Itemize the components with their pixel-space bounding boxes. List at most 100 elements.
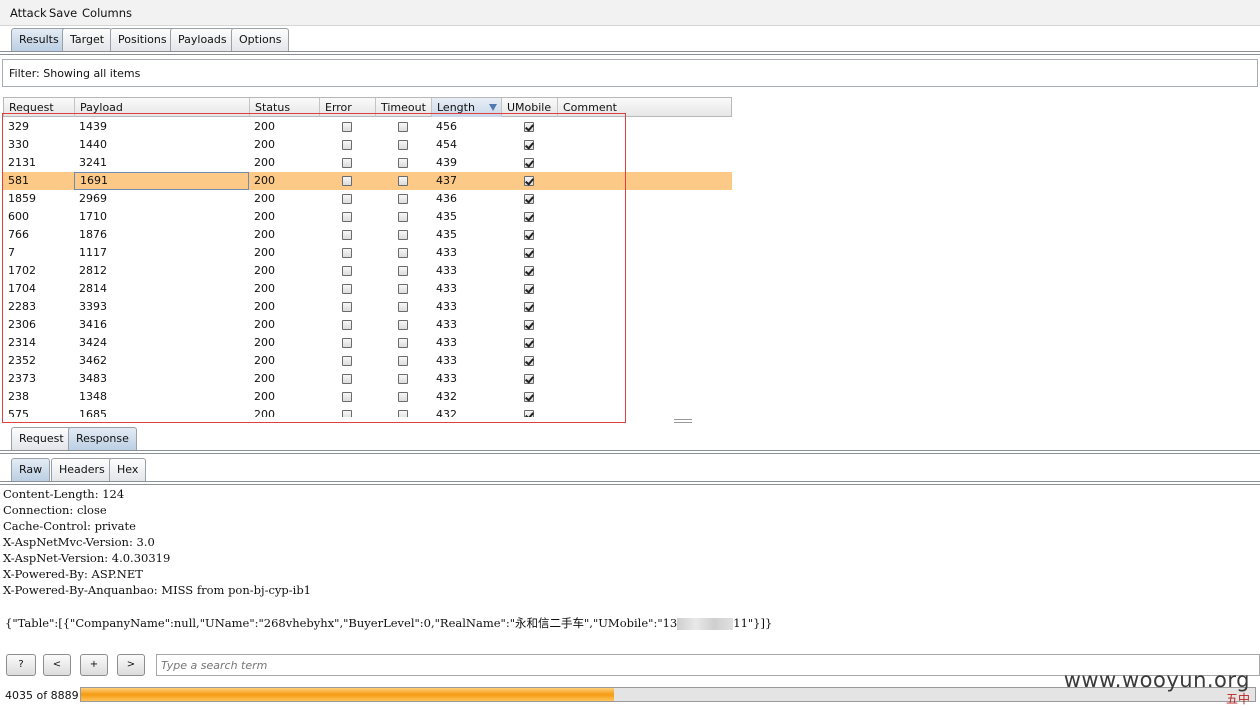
timeout-checkbox[interactable]: [398, 122, 408, 132]
table-row[interactable]: 329 1439 200 456: [3, 118, 732, 136]
timeout-checkbox[interactable]: [398, 194, 408, 204]
error-checkbox[interactable]: [342, 194, 352, 204]
table-row[interactable]: 7 1117 200 433: [3, 244, 732, 262]
error-checkbox[interactable]: [342, 230, 352, 240]
timeout-checkbox[interactable]: [398, 338, 408, 348]
table-row[interactable]: 581 1691 200 437: [3, 172, 732, 190]
timeout-checkbox[interactable]: [398, 266, 408, 276]
tab-hex[interactable]: Hex: [109, 458, 147, 482]
timeout-checkbox[interactable]: [398, 158, 408, 168]
column-header-payload[interactable]: Payload: [75, 98, 250, 117]
table-row[interactable]: 2131 3241 200 439: [3, 154, 732, 172]
umobile-checkbox[interactable]: [524, 194, 534, 204]
tab-request[interactable]: Request: [11, 427, 72, 451]
error-checkbox[interactable]: [342, 392, 352, 402]
error-checkbox[interactable]: [342, 212, 352, 222]
tab-results[interactable]: Results: [11, 28, 67, 52]
column-header-error[interactable]: Error: [320, 98, 376, 117]
timeout-checkbox[interactable]: [398, 302, 408, 312]
table-row[interactable]: 2314 3424 200 433: [3, 334, 732, 352]
split-pane-divider[interactable]: [674, 419, 692, 423]
table-row[interactable]: 238 1348 200 432: [3, 388, 732, 406]
error-checkbox[interactable]: [342, 266, 352, 276]
tab-raw[interactable]: Raw: [11, 458, 51, 482]
error-checkbox[interactable]: [342, 176, 352, 186]
error-checkbox[interactable]: [342, 338, 352, 348]
error-checkbox[interactable]: [342, 284, 352, 294]
table-row[interactable]: 575 1685 200 432: [3, 406, 732, 417]
umobile-checkbox[interactable]: [524, 374, 534, 384]
umobile-checkbox[interactable]: [524, 410, 534, 417]
previous-button[interactable]: <: [43, 654, 71, 676]
umobile-checkbox[interactable]: [524, 176, 534, 186]
timeout-checkbox[interactable]: [398, 212, 408, 222]
menu-save[interactable]: Save: [49, 6, 77, 20]
error-checkbox[interactable]: [342, 302, 352, 312]
table-row[interactable]: 1859 2969 200 436: [3, 190, 732, 208]
column-header-comment[interactable]: Comment: [558, 98, 732, 117]
column-header-request[interactable]: Request: [4, 98, 75, 117]
timeout-checkbox[interactable]: [398, 230, 408, 240]
timeout-checkbox[interactable]: [398, 140, 408, 150]
umobile-checkbox[interactable]: [524, 140, 534, 150]
umobile-checkbox[interactable]: [524, 284, 534, 294]
umobile-checkbox[interactable]: [524, 392, 534, 402]
table-row[interactable]: 766 1876 200 435: [3, 226, 732, 244]
table-row[interactable]: 330 1440 200 454: [3, 136, 732, 154]
error-checkbox[interactable]: [342, 122, 352, 132]
error-checkbox[interactable]: [342, 320, 352, 330]
menu-attack[interactable]: Attack: [10, 6, 47, 20]
cell-length: 454: [436, 138, 457, 151]
tab-target[interactable]: Target: [62, 28, 113, 52]
umobile-checkbox[interactable]: [524, 248, 534, 258]
error-checkbox[interactable]: [342, 410, 352, 417]
cell-length: 432: [436, 408, 457, 417]
table-row[interactable]: 2306 3416 200 433: [3, 316, 732, 334]
timeout-checkbox[interactable]: [398, 284, 408, 294]
error-checkbox[interactable]: [342, 140, 352, 150]
tab-headers[interactable]: Headers: [51, 458, 113, 482]
umobile-checkbox[interactable]: [524, 266, 534, 276]
add-button[interactable]: +: [80, 654, 108, 676]
menu-bar: Attack Save Columns: [0, 0, 1260, 26]
error-checkbox[interactable]: [342, 374, 352, 384]
umobile-checkbox[interactable]: [524, 338, 534, 348]
timeout-checkbox[interactable]: [398, 374, 408, 384]
table-row[interactable]: 2283 3393 200 433: [3, 298, 732, 316]
error-checkbox[interactable]: [342, 248, 352, 258]
umobile-checkbox[interactable]: [524, 212, 534, 222]
umobile-checkbox[interactable]: [524, 230, 534, 240]
umobile-checkbox[interactable]: [524, 302, 534, 312]
tab-response[interactable]: Response: [68, 427, 137, 451]
column-header-timeout[interactable]: Timeout: [376, 98, 432, 117]
column-header-umobile[interactable]: UMobile: [502, 98, 558, 117]
timeout-checkbox[interactable]: [398, 320, 408, 330]
cell-request: 329: [8, 120, 29, 133]
menu-columns[interactable]: Columns: [82, 6, 132, 20]
timeout-checkbox[interactable]: [398, 176, 408, 186]
tab-options[interactable]: Options: [231, 28, 290, 52]
table-row[interactable]: 600 1710 200 435: [3, 208, 732, 226]
column-header-status[interactable]: Status: [250, 98, 320, 117]
timeout-checkbox[interactable]: [398, 392, 408, 402]
timeout-checkbox[interactable]: [398, 248, 408, 258]
filter-bar[interactable]: Filter: Showing all items: [2, 59, 1258, 87]
timeout-checkbox[interactable]: [398, 410, 408, 417]
table-row[interactable]: 2373 3483 200 433: [3, 370, 732, 388]
next-button[interactable]: >: [117, 654, 145, 676]
error-checkbox[interactable]: [342, 158, 352, 168]
umobile-checkbox[interactable]: [524, 356, 534, 366]
column-header-length[interactable]: Length: [432, 98, 502, 117]
response-raw-view[interactable]: Content-Length: 124 Connection: close Ca…: [0, 487, 1260, 647]
tab-payloads[interactable]: Payloads: [170, 28, 235, 52]
umobile-checkbox[interactable]: [524, 122, 534, 132]
help-button[interactable]: ?: [6, 654, 36, 676]
error-checkbox[interactable]: [342, 356, 352, 366]
table-row[interactable]: 1704 2814 200 433: [3, 280, 732, 298]
table-row[interactable]: 1702 2812 200 433: [3, 262, 732, 280]
table-row[interactable]: 2352 3462 200 433: [3, 352, 732, 370]
timeout-checkbox[interactable]: [398, 356, 408, 366]
umobile-checkbox[interactable]: [524, 320, 534, 330]
tab-positions[interactable]: Positions: [110, 28, 175, 52]
umobile-checkbox[interactable]: [524, 158, 534, 168]
